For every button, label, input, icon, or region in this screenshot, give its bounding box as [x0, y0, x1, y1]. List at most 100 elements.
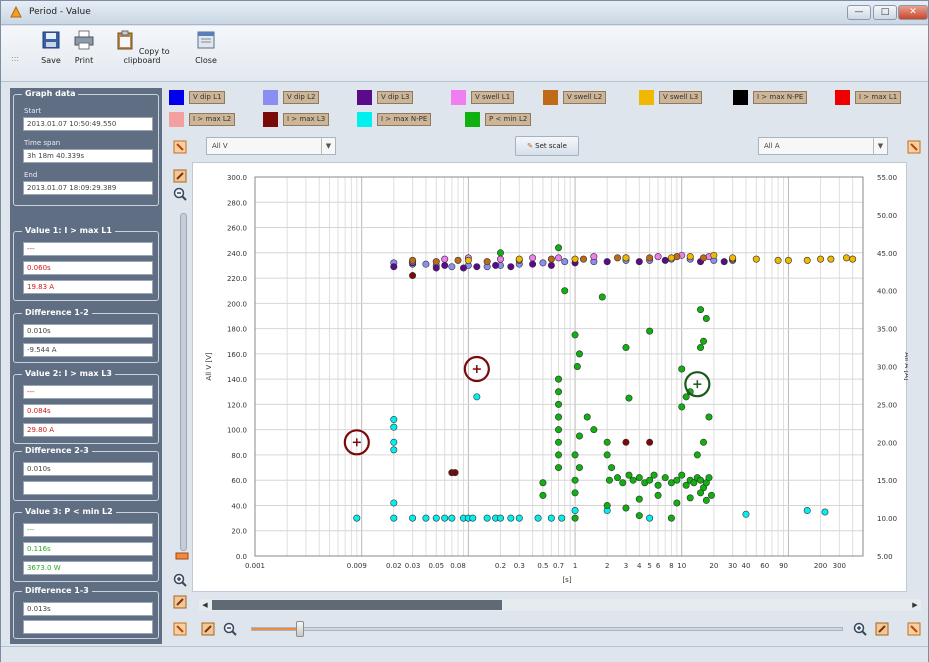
- x-tick-label: 0.05: [428, 562, 444, 570]
- zoom-in-icon[interactable]: [173, 573, 187, 587]
- data-point: [720, 258, 728, 266]
- close-button[interactable]: Close: [191, 30, 221, 65]
- horizontal-zoom-slider[interactable]: [251, 621, 843, 637]
- data-point: [700, 254, 708, 262]
- save-label: Save: [41, 56, 61, 65]
- data-point: [580, 255, 588, 263]
- data-point: [575, 432, 583, 440]
- left-axis-select[interactable]: All V ▼: [206, 137, 336, 155]
- value3-label-field: ---: [23, 523, 153, 537]
- right-axis-select[interactable]: All A ▼: [758, 137, 888, 155]
- data-point: [821, 508, 829, 516]
- diff12-time-field: 0.010s: [23, 324, 153, 338]
- diff13-group: Difference 1-3 0.013s: [13, 586, 159, 639]
- y-left-tick-label: 140.0: [227, 376, 247, 384]
- y-right-tick-label: 15.00: [877, 477, 897, 485]
- data-point: [555, 451, 563, 459]
- value3-value-field: 3673.0 W: [23, 561, 153, 575]
- data-point: [697, 489, 705, 497]
- copy-to-clipboard-button[interactable]: Copy to clipboard: [105, 30, 179, 65]
- diff12-group: Difference 1-2 0.010s -9.544 A: [13, 308, 159, 363]
- zoom-out-h-icon[interactable]: [223, 622, 237, 636]
- data-point: [469, 514, 477, 522]
- edit-h-right-icon[interactable]: [875, 622, 889, 636]
- x-tick-label: 300: [833, 562, 846, 570]
- y-left-axis-label: All V [V]: [205, 352, 213, 380]
- scroll-right-icon[interactable]: ▶: [909, 599, 921, 611]
- data-point: [622, 344, 630, 352]
- horizontal-scroll-thumb[interactable]: [212, 600, 502, 610]
- horizontal-scrollbar[interactable]: ◀ ▶: [199, 599, 921, 611]
- set-scale-button[interactable]: ✎ Set scale: [515, 136, 579, 156]
- legend-label: V dip L2: [283, 91, 320, 104]
- diff13-value-field: [23, 620, 153, 634]
- data-point: [571, 331, 579, 339]
- scroll-left-icon[interactable]: ◀: [199, 599, 211, 611]
- data-point: [752, 255, 760, 263]
- close-label: Close: [195, 56, 217, 65]
- data-point: [515, 514, 523, 522]
- set-scale-label: Set scale: [535, 142, 567, 150]
- diff12-title: Difference 1-2: [22, 308, 92, 317]
- edit-h-icon[interactable]: [201, 622, 215, 636]
- save-button[interactable]: Save: [37, 30, 65, 65]
- data-point: [558, 514, 566, 522]
- y-left-tick-label: 60.0: [231, 477, 247, 485]
- cursor-bottom-right-icon[interactable]: [907, 622, 921, 636]
- data-point: [817, 255, 825, 263]
- print-button[interactable]: Print: [71, 30, 97, 65]
- cursor-left-icon[interactable]: [173, 140, 187, 154]
- end-field: 2013.01.07 18:09:29.389: [23, 181, 153, 195]
- zoom-out-icon[interactable]: [173, 187, 187, 201]
- data-point: [697, 476, 705, 484]
- legend-swatch: [263, 112, 278, 127]
- data-point: [654, 253, 662, 261]
- legend-swatch: [169, 112, 184, 127]
- data-point: [682, 393, 690, 401]
- data-point: [635, 512, 643, 520]
- chart-area[interactable]: 0.0 20.0 40.0 60.0 80.0 100.0 120.0 140.0 160.0 1…: [192, 162, 911, 593]
- data-point: [571, 451, 579, 459]
- data-point: [629, 476, 637, 484]
- edit-icon[interactable]: [173, 169, 187, 183]
- cursor-bottom-left-icon[interactable]: [173, 622, 187, 636]
- data-point: [654, 491, 662, 499]
- data-point: [555, 400, 563, 408]
- vertical-zoom-track[interactable]: [180, 213, 187, 551]
- data-point: [842, 254, 850, 262]
- data-point: [646, 327, 654, 335]
- value2-time-field: 0.084s: [23, 404, 153, 418]
- zoom-in-h-icon[interactable]: [853, 622, 867, 636]
- data-point: [390, 499, 398, 507]
- value3-group: Value 3: P < min L2 --- 0.116s 3673.0 W: [13, 507, 159, 582]
- value3-title: Value 3: P < min L2: [22, 507, 116, 516]
- minimize-button[interactable]: —: [847, 5, 871, 20]
- maximize-button[interactable]: □: [873, 5, 897, 20]
- data-point: [661, 256, 669, 264]
- edit-bottom-icon[interactable]: [173, 595, 187, 609]
- value1-title: Value 1: I > max L1: [22, 226, 115, 235]
- zoom-slider-knob[interactable]: [296, 621, 304, 637]
- data-point: [464, 256, 472, 264]
- x-tick-label: 0.5: [537, 562, 548, 570]
- y-left-tick-label: 300.0: [227, 174, 247, 182]
- x-tick-label: 30: [728, 562, 737, 570]
- data-point: [483, 258, 491, 266]
- data-point: [555, 244, 563, 252]
- y-right-tick-label: 50.00: [877, 212, 897, 220]
- legend-label: I > max L3: [283, 113, 330, 126]
- data-point: [441, 514, 449, 522]
- legend-label: V swell L2: [563, 91, 607, 104]
- y-left-tick-label: 200.0: [227, 300, 247, 308]
- data-point: [441, 255, 449, 263]
- diff12-value-field: -9.544 A: [23, 343, 153, 357]
- data-point: [622, 254, 630, 262]
- legend-swatch: [357, 112, 372, 127]
- close-window-button[interactable]: ✕: [898, 5, 928, 20]
- cursor-right-icon[interactable]: [907, 140, 921, 154]
- data-point: [422, 260, 430, 268]
- scatter-chart[interactable]: 0.020.040.060.080.0100.0120.0140.0160.01…: [193, 163, 911, 593]
- toolbar: ::: Save Print Copy to clipboard Close: [1, 26, 928, 82]
- vertical-zoom-handle-icon[interactable]: [175, 550, 189, 564]
- legend-swatch: [465, 112, 480, 127]
